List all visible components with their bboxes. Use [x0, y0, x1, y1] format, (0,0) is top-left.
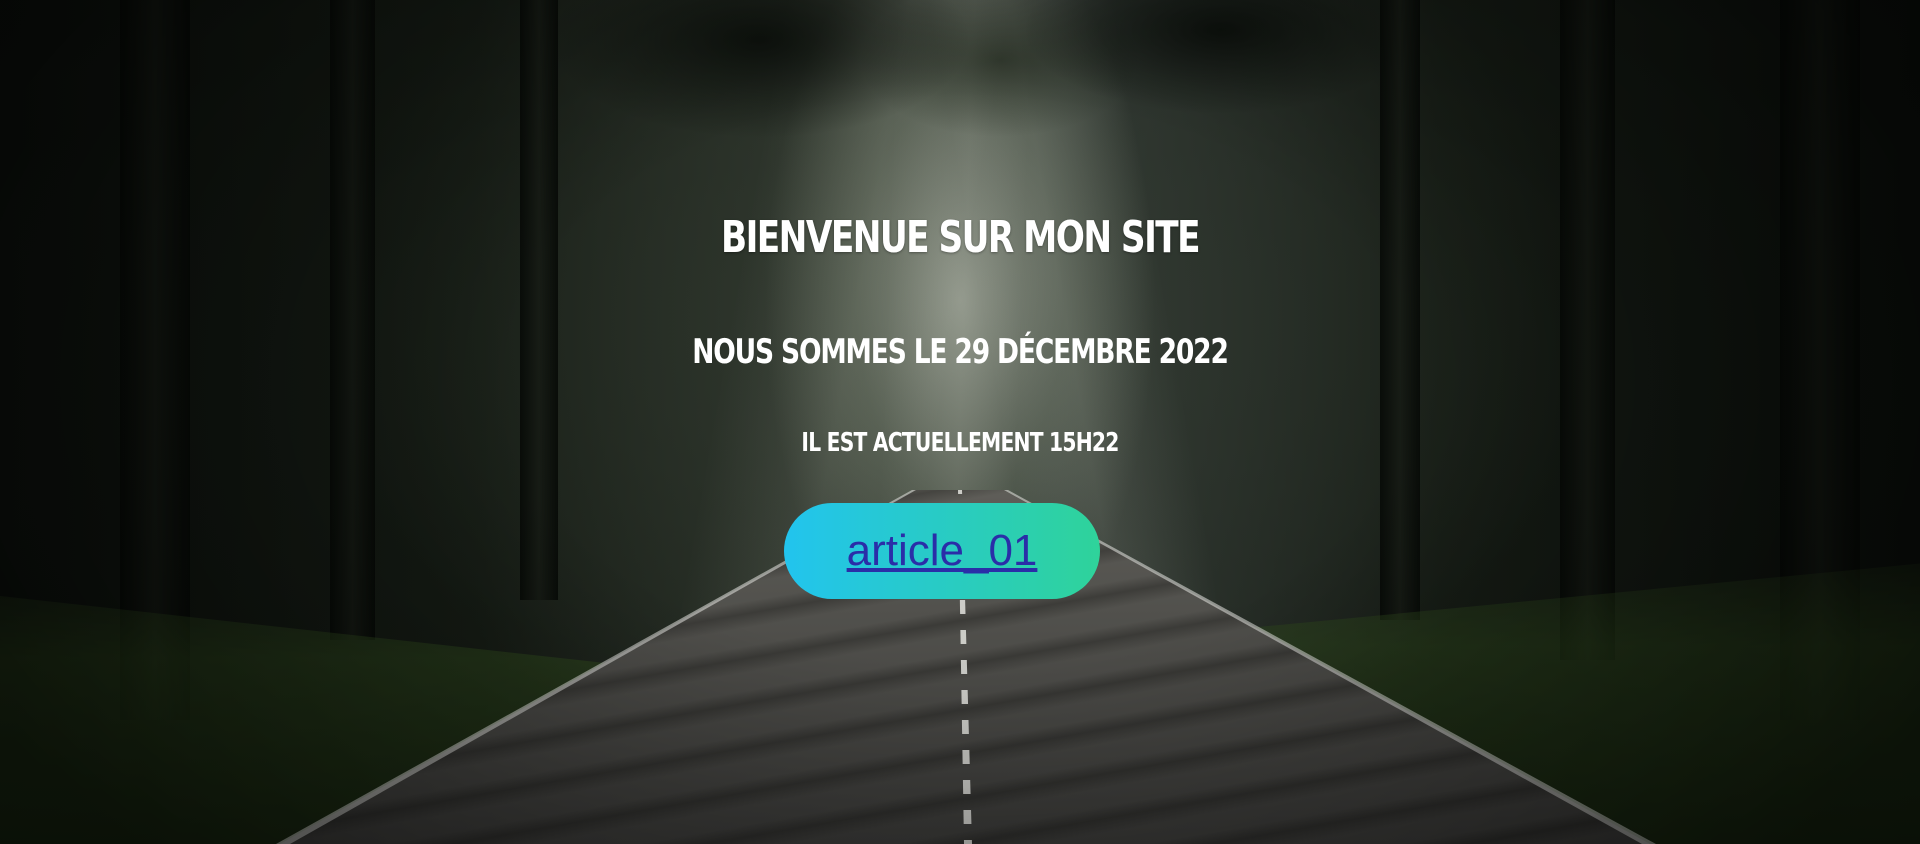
time-text: Il est actuellement 15h22: [801, 428, 1119, 458]
hero-background: Bienvenue sur mon site Nous sommes le 29…: [0, 0, 1920, 844]
hero-content: Bienvenue sur mon site Nous sommes le 29…: [0, 0, 1920, 844]
page-title: Bienvenue sur mon site: [720, 212, 1201, 263]
article-link-label: article_01: [846, 526, 1038, 575]
date-text: Nous sommes le 29 décembre 2022: [692, 332, 1229, 372]
article-link-button[interactable]: article_01: [784, 503, 1100, 599]
